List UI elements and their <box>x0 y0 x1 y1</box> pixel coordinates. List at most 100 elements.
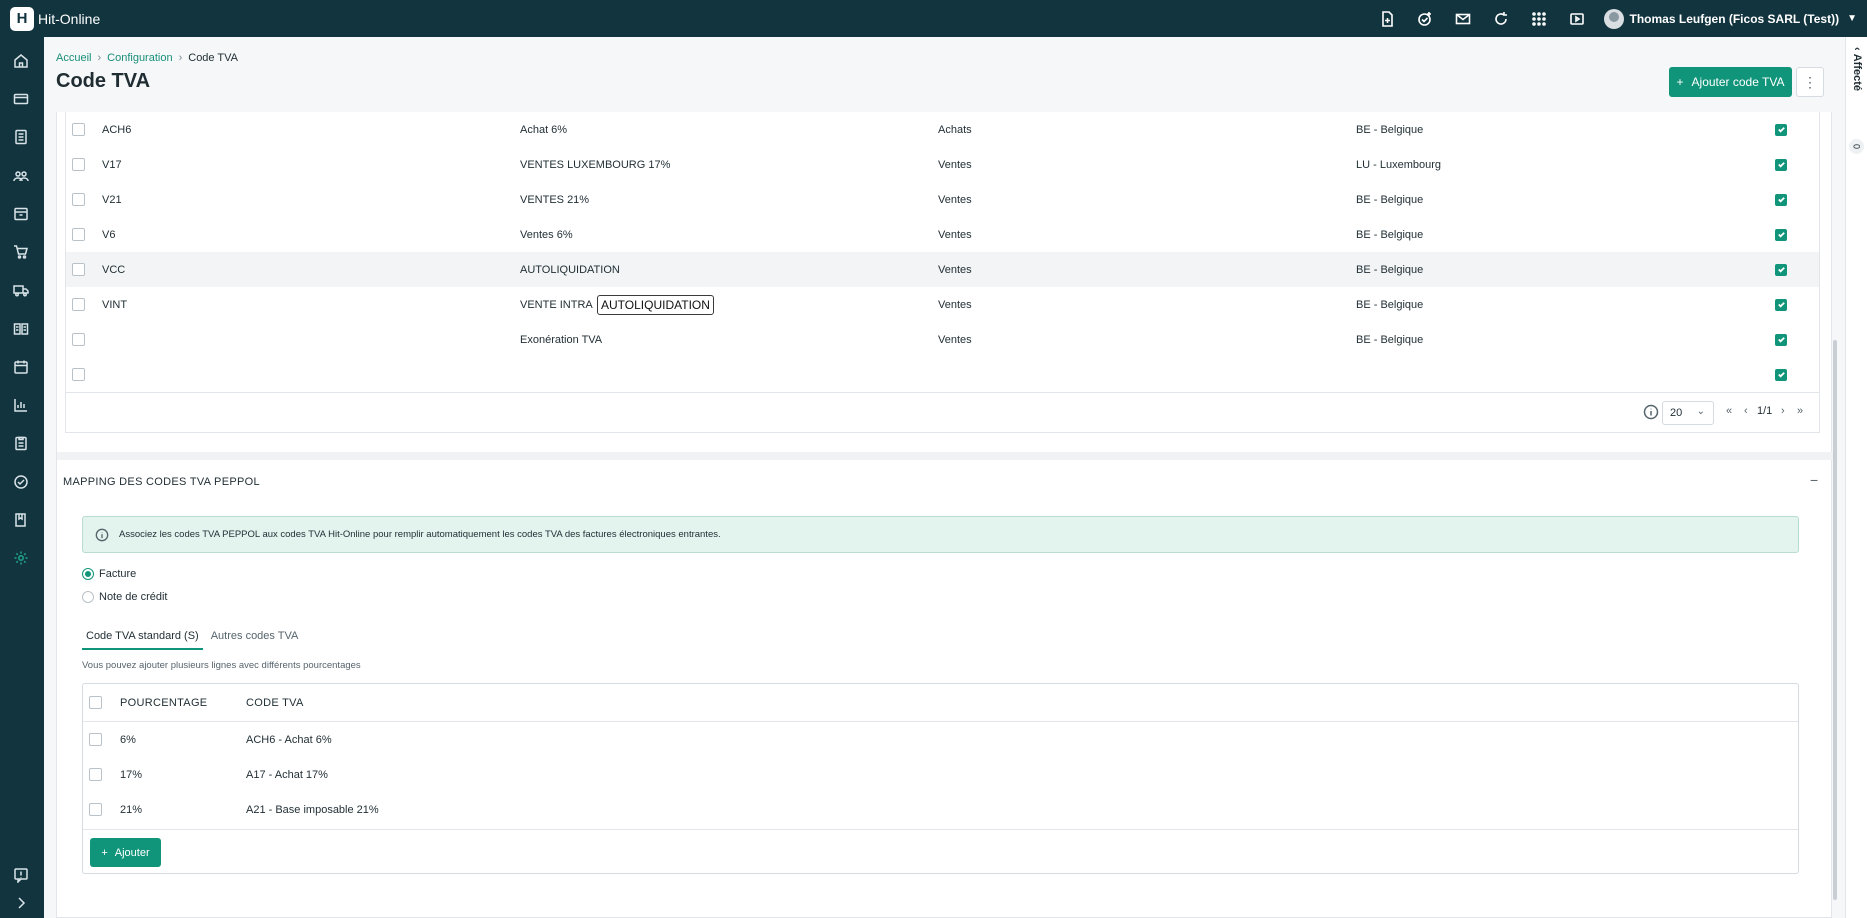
row-checkbox[interactable] <box>72 368 85 381</box>
assigned-count: 0 <box>1849 139 1864 154</box>
box-icon[interactable] <box>10 203 32 225</box>
add-tva-code-button[interactable]: + Ajouter code TVA <box>1669 67 1792 97</box>
active-checkbox[interactable] <box>1775 123 1787 136</box>
row-checkbox[interactable] <box>72 263 85 276</box>
radio-credit-note-label: Note de crédit <box>99 591 168 603</box>
breadcrumb: Accueil › Configuration › Code TVA <box>56 52 238 64</box>
row-checkbox[interactable] <box>89 803 102 816</box>
credit-card-icon[interactable] <box>10 88 32 110</box>
active-checkbox[interactable] <box>1775 193 1787 206</box>
cell-type: Ventes <box>938 333 972 346</box>
chart-icon[interactable] <box>10 394 32 416</box>
scrollbar[interactable] <box>1833 340 1837 900</box>
row-checkbox[interactable] <box>72 158 85 171</box>
first-page-icon[interactable]: « <box>1726 405 1732 417</box>
home-icon[interactable] <box>10 50 32 72</box>
row-checkbox[interactable] <box>89 768 102 781</box>
tab-other-codes[interactable]: Autres codes TVA <box>207 625 303 650</box>
radio-facture-label: Facture <box>99 568 137 580</box>
collapse-section-button[interactable]: − <box>1810 472 1818 488</box>
table-row[interactable]: V21 VENTES 21% Ventes BE - Belgique <box>66 182 1819 217</box>
tab-standard[interactable]: Code TVA standard (S) <box>82 625 203 650</box>
pagination: 20 ⌄ « ‹ 1/1 › » <box>66 392 1819 432</box>
row-checkbox[interactable] <box>72 123 85 136</box>
grid-icon[interactable] <box>1520 0 1558 37</box>
page-size-select[interactable]: 20 ⌄ <box>1662 401 1714 425</box>
users-icon[interactable] <box>10 165 32 187</box>
active-checkbox[interactable] <box>1775 158 1787 171</box>
cart-icon[interactable] <box>10 241 32 263</box>
chevron-right-icon: › <box>178 52 183 64</box>
info-banner: Associez les codes TVA PEPPOL aux codes … <box>82 516 1799 553</box>
cell-type: Ventes <box>938 228 972 241</box>
add-row-button[interactable]: + Ajouter <box>90 838 161 867</box>
row-checkbox[interactable] <box>72 193 85 206</box>
active-checkbox[interactable] <box>1775 333 1787 346</box>
table-row[interactable]: VINT VENTE INTRA Ventes BE - Belgique AU… <box>66 287 1819 322</box>
radio-credit-note[interactable]: Note de crédit <box>82 591 167 603</box>
breadcrumb-configuration[interactable]: Configuration <box>107 52 172 64</box>
assigned-label: ‹ Affecté <box>1851 47 1863 92</box>
active-checkbox[interactable] <box>1775 263 1787 276</box>
check-circle-plus-icon[interactable] <box>1406 0 1444 37</box>
active-checkbox[interactable] <box>1775 228 1787 241</box>
page-title: Code TVA <box>56 70 151 92</box>
document-add-icon[interactable] <box>1368 0 1406 37</box>
cell-description: AUTOLIQUIDATION <box>520 263 620 276</box>
calendar-icon[interactable] <box>10 356 32 378</box>
table-row[interactable]: 21% A21 - Base imposable 21% <box>83 792 1798 827</box>
radio-facture[interactable]: Facture <box>82 568 136 580</box>
table-row[interactable]: V6 Ventes 6% Ventes BE - Belgique <box>66 217 1819 252</box>
sidebar <box>0 37 44 918</box>
column-header-tva-code[interactable]: CODE TVA <box>246 697 304 709</box>
row-checkbox[interactable] <box>89 733 102 746</box>
ledger-icon[interactable] <box>10 318 32 340</box>
user-menu[interactable]: Thomas Leufgen (Ficos SARL (Test)) ▼ <box>1603 8 1857 29</box>
table-row[interactable]: Exonération TVA Ventes BE - Belgique <box>66 322 1819 357</box>
row-checkbox[interactable] <box>72 298 85 311</box>
table-row[interactable]: 17% A17 - Achat 17% <box>83 757 1798 792</box>
mail-icon[interactable] <box>1444 0 1482 37</box>
video-icon[interactable] <box>1558 0 1596 37</box>
page-size-value: 20 <box>1670 407 1683 419</box>
gear-icon[interactable] <box>10 547 32 569</box>
active-checkbox[interactable] <box>1775 368 1787 381</box>
assigned-panel[interactable]: ‹ Affecté 0 <box>1845 37 1867 918</box>
plus-icon: + <box>101 846 108 859</box>
table-row[interactable]: ACH6 Achat 6% Achats BE - Belgique <box>66 112 1819 147</box>
refresh-icon[interactable] <box>1482 0 1520 37</box>
prev-page-icon[interactable]: ‹ <box>1744 405 1748 417</box>
truck-icon[interactable] <box>10 279 32 301</box>
table-row[interactable]: VCC AUTOLIQUIDATION Ventes BE - Belgique <box>66 252 1819 287</box>
plus-icon: + <box>1676 75 1684 89</box>
document-icon[interactable] <box>10 126 32 148</box>
info-icon[interactable] <box>1643 404 1659 420</box>
book-icon[interactable] <box>10 509 32 531</box>
column-header-percentage[interactable]: POURCENTAGE <box>120 697 207 709</box>
clipboard-icon[interactable] <box>10 432 32 454</box>
breadcrumb-home[interactable]: Accueil <box>56 52 91 64</box>
check-icon[interactable] <box>10 471 32 493</box>
expand-icon[interactable] <box>10 892 32 914</box>
cell-description: Ventes 6% <box>520 228 573 241</box>
last-page-icon[interactable]: » <box>1797 405 1803 417</box>
radio-button[interactable] <box>82 568 94 580</box>
active-checkbox[interactable] <box>1775 298 1787 311</box>
breadcrumb-current: Code TVA <box>188 52 238 64</box>
cell-code: V21 <box>102 193 122 206</box>
next-page-icon[interactable]: › <box>1781 405 1785 417</box>
table-row[interactable]: V17 VENTES LUXEMBOURG 17% Ventes LU - Lu… <box>66 147 1819 182</box>
row-checkbox[interactable] <box>72 228 85 241</box>
table-row[interactable]: 6% ACH6 - Achat 6% <box>83 722 1798 757</box>
cell-percentage: 6% <box>120 733 136 746</box>
table-row[interactable] <box>66 357 1819 392</box>
app-logo[interactable]: H Hit-Online <box>0 6 100 31</box>
row-checkbox[interactable] <box>72 333 85 346</box>
cell-country: LU - Luxembourg <box>1356 158 1441 171</box>
select-all-checkbox[interactable] <box>89 696 102 709</box>
feedback-icon[interactable] <box>10 864 32 886</box>
tva-table: ACH6 Achat 6% Achats BE - Belgique V17 V… <box>65 112 1820 433</box>
more-options-button[interactable]: ⋮ <box>1796 67 1824 97</box>
radio-button[interactable] <box>82 591 94 603</box>
cell-code: V6 <box>102 228 116 241</box>
